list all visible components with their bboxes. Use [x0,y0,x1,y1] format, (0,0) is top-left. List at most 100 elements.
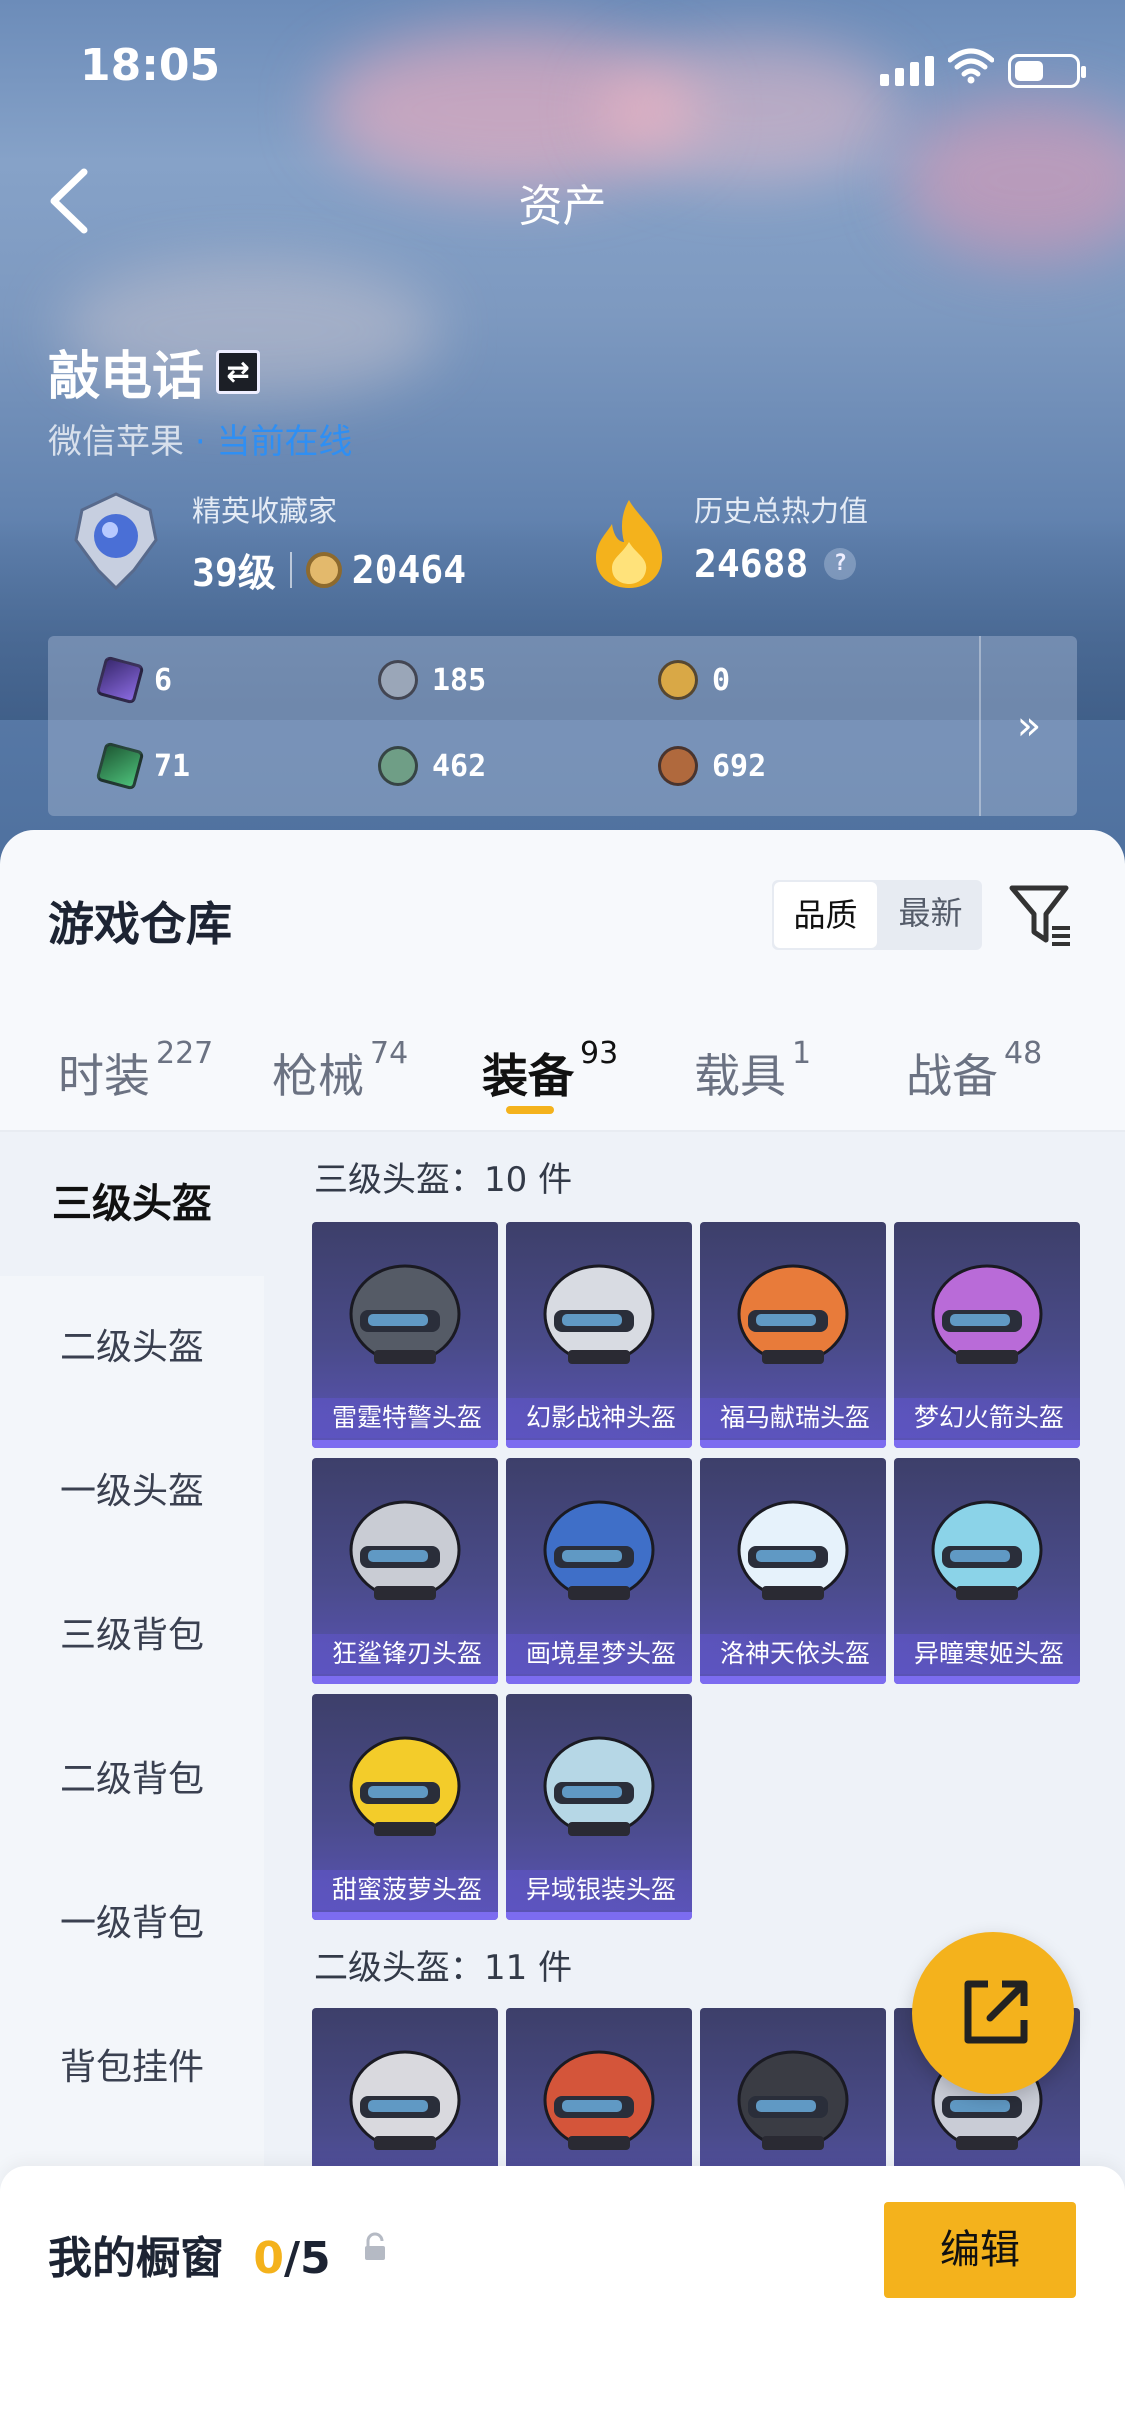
tab-fashion[interactable]: 时装 227 [58,1036,213,1106]
item-card[interactable]: 雷霆特警头盔 [312,1222,498,1448]
lock-icon [365,2232,385,2260]
group-header: 三级头盔：10 件 [314,1160,573,1200]
rarity-bar [506,1912,692,1920]
heat-stat: 历史总热力值 24688 ? [694,488,868,586]
sidebar-item-level3-helmet[interactable]: 三级头盔 [0,1132,264,1276]
item-card[interactable]: 梦幻火箭头盔 [894,1222,1080,1448]
item-name: 福马献瑞头盔 [700,1398,886,1438]
purple-crystal-icon [95,655,145,705]
currency-item: 71 [95,741,191,791]
gold-coin-icon [658,660,698,700]
green-card-icon [95,741,145,791]
collector-points-icon [305,551,342,588]
helmet-icon [349,2050,461,2150]
item-name: 画境星梦头盔 [506,1634,692,1674]
rarity-bar [506,1676,692,1684]
item-name: 梦幻火箭头盔 [894,1398,1080,1438]
item-card[interactable]: 洛神天依头盔 [700,1458,886,1684]
helmet-icon [349,1500,461,1600]
rarity-bar [700,1676,886,1684]
currency-item: 0 [658,660,730,700]
tab-supplies[interactable]: 战备 48 [906,1036,1042,1106]
edit-button[interactable]: 编辑 [884,2202,1076,2298]
item-card[interactable]: 异瞳寒姬头盔 [894,1458,1080,1684]
rarity-bar [312,1440,498,1448]
page-title: 资产 [518,181,607,232]
helmet-icon [737,1500,849,1600]
tab-label: 装备 [482,1049,574,1103]
subcategory-sidebar: 三级头盔 二级头盔 一级头盔 三级背包 二级背包 一级背包 背包挂件 [0,1132,264,2232]
warehouse-title: 游戏仓库 [48,897,232,951]
sort-newest-button[interactable]: 最新 [879,880,982,950]
helmet-icon [931,1264,1043,1364]
currency-item: 185 [378,660,486,700]
currency-value: 71 [154,748,191,784]
item-card[interactable]: 甜蜜菠萝头盔 [312,1694,498,1920]
rarity-bar [312,1912,498,1920]
collector-points: 20464 [351,547,467,592]
item-name: 异域银装头盔 [506,1870,692,1910]
tab-weapons[interactable]: 枪械 74 [272,1036,408,1106]
currency-value: 462 [432,748,487,784]
tab-count: 93 [580,1036,619,1071]
user-name: 敲电话 ⇄ [48,334,261,409]
tab-equipment[interactable]: 装备 93 [482,1036,618,1106]
tab-active-indicator [506,1106,554,1114]
sidebar-item-backpack-charm[interactable]: 背包挂件 [0,1996,264,2140]
currency-value: 692 [712,748,767,784]
wifi-icon [948,48,994,84]
currency-item: 692 [658,746,766,786]
switch-account-icon[interactable]: ⇄ [216,349,261,394]
currency-value: 185 [432,662,487,698]
heat-value: 24688 [694,542,809,586]
tab-label: 枪械 [272,1049,364,1103]
tab-vehicles[interactable]: 载具 1 [694,1036,811,1106]
tab-label: 载具 [694,1049,786,1103]
battery-icon [1008,54,1086,88]
tab-label: 战备 [906,1049,998,1103]
sort-quality-button[interactable]: 品质 [774,882,877,948]
helmet-icon [543,1264,655,1364]
item-card[interactable]: 异域银装头盔 [506,1694,692,1920]
helmet-icon [737,1264,849,1364]
currency-item: 462 [378,746,486,786]
helmet-icon [543,2050,655,2150]
bronze-coin-icon [658,746,698,786]
helmet-icon [349,1264,461,1364]
rarity-bar [700,1440,886,1448]
share-button[interactable] [912,1932,1074,2094]
sort-toggle: 品质 最新 [772,880,982,950]
item-card[interactable]: 福马献瑞头盔 [700,1222,886,1448]
collector-emblem-icon [74,492,158,590]
tab-label: 时装 [58,1049,150,1103]
currency-panel: 6 185 0 71 462 692 » [48,636,1077,816]
showcase-current: 0 [253,2233,284,2284]
flame-icon [596,500,663,588]
silver-coin-icon [378,660,418,700]
item-card[interactable]: 狂鲨锋刃头盔 [312,1458,498,1684]
help-icon[interactable]: ? [824,548,857,580]
rarity-bar [894,1440,1080,1448]
helmet-icon [931,1500,1043,1600]
sidebar-item-level2-helmet[interactable]: 二级头盔 [0,1276,264,1420]
sidebar-item-level3-backpack[interactable]: 三级背包 [0,1564,264,1708]
currency-more-button[interactable]: » [979,636,1077,816]
currency-item: 6 [95,655,172,705]
tab-count: 48 [1004,1036,1043,1071]
helmet-icon [349,1736,461,1836]
item-card[interactable]: 幻影战神头盔 [506,1222,692,1448]
platform-line: 微信苹果 · 当前在线 [48,414,352,463]
item-card[interactable]: 画境星梦头盔 [506,1458,692,1684]
currency-value: 0 [712,662,731,698]
sidebar-item-level1-backpack[interactable]: 一级背包 [0,1852,264,1996]
rarity-bar [894,1676,1080,1684]
rarity-bar [506,1440,692,1448]
sidebar-item-level1-helmet[interactable]: 一级头盔 [0,1420,264,1564]
user-name-text: 敲电话 [48,347,205,407]
item-name: 幻影战神头盔 [506,1398,692,1438]
helmet-icon [543,1736,655,1836]
sidebar-item-level2-backpack[interactable]: 二级背包 [0,1708,264,1852]
platform-separator: · [194,422,206,462]
filter-icon[interactable] [1008,882,1074,948]
showcase-bar: 我的橱窗 0/5 编辑 [0,2166,1125,2436]
